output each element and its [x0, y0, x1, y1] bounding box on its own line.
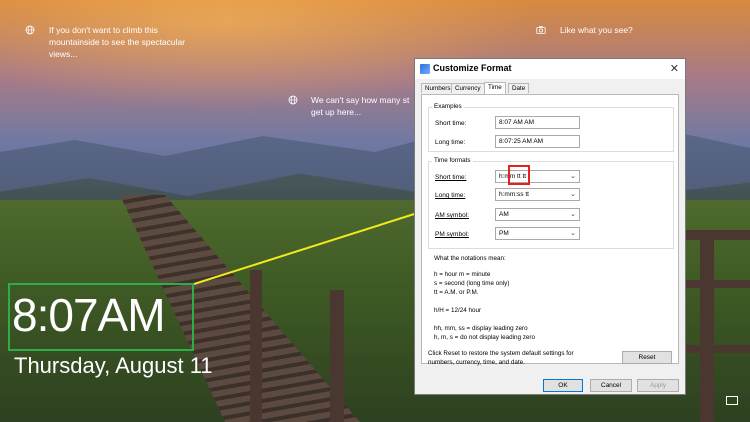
reset-info-line: Click Reset to restore the system defaul… [428, 350, 574, 357]
display-icon[interactable] [726, 396, 738, 405]
customize-format-dialog: Customize Format ✕ Numbers Currency Time… [414, 58, 686, 395]
notations-heading: What the notations mean: [434, 255, 506, 262]
notation-line: tt = A.M. or P.M. [434, 289, 479, 296]
dialog-title: Customize Format [433, 63, 512, 73]
tab-currency[interactable]: Currency [451, 83, 485, 93]
annotation-red-box [508, 165, 530, 185]
long-time-example-field: 8:07:25 AM AM [495, 135, 580, 148]
cancel-button[interactable]: Cancel [590, 379, 632, 392]
short-time-example-label: Short time: [435, 120, 467, 127]
chevron-down-icon[interactable]: ⌄ [570, 189, 576, 201]
notation-line: h = hour m = minute [434, 271, 491, 278]
short-time-example-field: 8:07 AM AM [495, 116, 580, 129]
group-label: Examples [432, 103, 464, 110]
chevron-down-icon[interactable]: ⌄ [570, 228, 576, 240]
chevron-down-icon[interactable]: ⌄ [570, 209, 576, 221]
combo-value: AM [499, 211, 509, 218]
group-label: Time formats [432, 157, 473, 164]
pm-symbol-label: PM symbol: [435, 231, 469, 238]
chevron-down-icon[interactable]: ⌄ [570, 171, 576, 183]
title-bar: Customize Format ✕ [415, 59, 685, 79]
reset-info-line: numbers, currency, time, and date. [428, 359, 525, 366]
combo-value: h:mm:ss tt [499, 191, 529, 198]
short-time-label: Short time: [435, 174, 467, 181]
notation-line: h/H = 12/24 hour [434, 307, 482, 314]
am-symbol-label: AM symbol: [435, 212, 469, 219]
time-formats-group: Time formats Short time: h:mm tt tt ⌄ Lo… [428, 157, 674, 249]
apply-button[interactable]: Apply [637, 379, 679, 392]
ok-button[interactable]: OK [543, 379, 583, 392]
long-time-label: Long time: [435, 192, 466, 199]
notation-line: h, m, s = do not display leading zero [434, 334, 535, 341]
notation-line: s = second (long time only) [434, 280, 510, 287]
long-time-example-label: Long time: [435, 139, 466, 146]
close-icon[interactable]: ✕ [670, 62, 679, 75]
am-symbol-combo[interactable]: AM ⌄ [495, 208, 580, 221]
notation-line: hh, mm, ss = display leading zero [434, 325, 528, 332]
tab-numbers[interactable]: Numbers [421, 83, 455, 93]
tab-date[interactable]: Date [508, 83, 530, 93]
examples-group: Examples Short time: 8:07 AM AM Long tim… [428, 103, 674, 152]
tab-time[interactable]: Time [484, 82, 506, 94]
time-tab-page: Examples Short time: 8:07 AM AM Long tim… [421, 94, 679, 366]
control-panel-icon [420, 64, 430, 74]
long-time-format-combo[interactable]: h:mm:ss tt ⌄ [495, 188, 580, 201]
reset-button[interactable]: Reset [622, 351, 672, 364]
combo-value: PM [499, 230, 509, 237]
pm-symbol-combo[interactable]: PM ⌄ [495, 227, 580, 240]
